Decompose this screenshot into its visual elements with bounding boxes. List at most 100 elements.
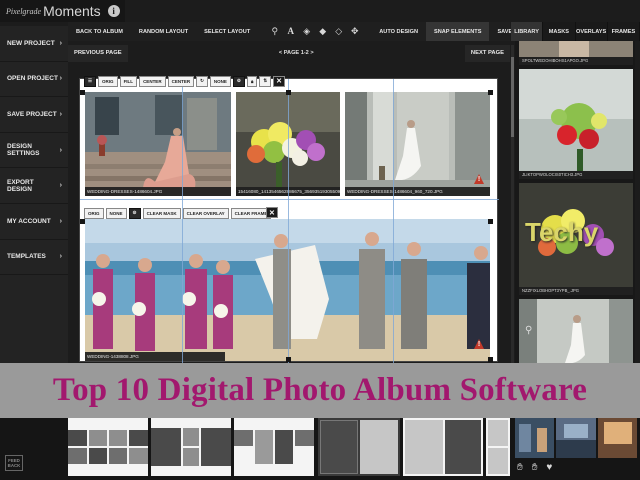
layers-icon[interactable]: ◈	[302, 27, 311, 36]
library-thumb[interactable]	[597, 418, 637, 458]
resize-handle[interactable]	[80, 90, 85, 95]
library-item[interactable]: SPOLTWEDOHIBOHS1APGO.JPG	[519, 41, 633, 65]
orig-button[interactable]: ORIG	[84, 207, 104, 219]
settings-icon[interactable]: ⚙	[232, 75, 245, 87]
frame-tools-top: ☰ ORIG FILL CENTER CENTER ↻ NONE ⚙ 🔒︎ ⇅ …	[84, 75, 285, 87]
layout-template[interactable]	[68, 418, 148, 476]
album-page-canvas[interactable]: WEDDING-DRESSES-1486604.JPG 15416080_141…	[79, 75, 499, 363]
sidebar-item-label: TEMPLATES	[7, 253, 46, 261]
sidebar-item-label: SAVE PROJECT	[7, 110, 57, 118]
library-thumb[interactable]	[556, 418, 596, 458]
menu-icon[interactable]: ☰	[84, 75, 97, 87]
photo-frame-1[interactable]: WEDDING-DRESSES-1486604.JPG	[85, 92, 231, 196]
chevron-right-icon: ›	[59, 110, 62, 118]
clear-overlay-button[interactable]: CLEAR OVERLAY	[182, 207, 229, 219]
next-page-button[interactable]: NEXT PAGE	[464, 44, 510, 62]
library-thumbnail	[519, 299, 633, 369]
library-item[interactable]: JLIKTOPWOLOCIS0TICH3.JPG	[519, 69, 633, 179]
sort-icon[interactable]: ⇅	[259, 75, 272, 87]
bring-forward-icon[interactable]: ◆	[318, 27, 327, 36]
layout-template[interactable]	[318, 418, 400, 476]
scrollbar-thumb[interactable]	[511, 57, 514, 137]
close-icon[interactable]: ✕	[266, 207, 278, 218]
sidebar-item-new-project[interactable]: NEW PROJECT ›	[0, 26, 68, 62]
feedback-label-2: BACK	[7, 463, 21, 468]
photo-frame-3[interactable]: WEDDING-DRESSES-1486604_960_720.JPG !	[345, 92, 490, 196]
library-thumb[interactable]	[515, 418, 555, 458]
close-icon[interactable]: ✕	[273, 75, 285, 87]
brand-name: Moments	[43, 3, 101, 19]
feedback-button[interactable]: FEED BACK	[5, 455, 23, 471]
snap-guide	[80, 199, 499, 200]
text-icon[interactable]: A	[286, 27, 295, 36]
library-actions: ✋︎ ✋︎ ♥	[517, 462, 552, 473]
lock-icon[interactable]: 🔒︎	[246, 75, 258, 87]
move-icon[interactable]: ✥	[350, 27, 359, 36]
resize-handle[interactable]	[488, 357, 493, 362]
sidebar-item-export-design[interactable]: EXPORT DESIGN ›	[0, 168, 68, 204]
link-icon[interactable]: ⚲	[525, 325, 532, 336]
center-button[interactable]: CENTER	[139, 75, 166, 87]
sidebar-item-templates[interactable]: TEMPLATES ›	[0, 240, 68, 276]
chevron-right-icon: ›	[59, 182, 62, 190]
add-photo-icon[interactable]: ✋︎	[517, 462, 523, 473]
watermark-logo: Techy	[525, 217, 599, 247]
sidebar-item-open-project[interactable]: OPEN PROJECT ›	[0, 62, 68, 98]
banner-title: Top 10 Digital Photo Album Software	[52, 372, 588, 408]
favorite-icon[interactable]: ♥	[546, 462, 552, 473]
photo-caption: WEDDING-DRESSES-1486604_960_720.JPG	[345, 187, 490, 196]
tab-overlays[interactable]: OVERLAYS	[576, 22, 608, 41]
layout-template[interactable]	[403, 418, 483, 476]
resize-handle[interactable]	[286, 357, 291, 362]
library-item-caption: JLIKTOPWOLOCIS0TICH3.JPG	[519, 171, 633, 179]
photo-caption: WEDDING-DRESSES-1486604.JPG	[85, 187, 231, 196]
previous-page-button[interactable]: PREVIOUS PAGE	[68, 44, 128, 62]
tab-library[interactable]: LIBRARY	[511, 22, 544, 41]
orig-button[interactable]: ORIG	[98, 75, 118, 87]
rotate-icon[interactable]: ↻	[196, 75, 208, 87]
left-sidebar: NEW PROJECT › OPEN PROJECT › SAVE PROJECT ›…	[0, 26, 68, 418]
link-icon[interactable]: ⚲	[270, 27, 279, 36]
chevron-right-icon: ›	[59, 253, 62, 261]
thumb-image	[556, 418, 596, 458]
sidebar-item-my-account[interactable]: MY ACCOUNT ›	[0, 204, 68, 240]
page-indicator[interactable]: < PAGE 1-2 >	[279, 50, 314, 56]
resize-handle[interactable]	[286, 90, 291, 95]
select-layout-button[interactable]: SELECT LAYOUT	[196, 22, 258, 41]
center-vertical-button[interactable]: CENTER	[167, 75, 195, 87]
library-scrollbar[interactable]	[511, 45, 514, 415]
info-icon[interactable]: i	[107, 5, 120, 17]
clear-mask-button[interactable]: CLEAR MASK	[142, 207, 181, 219]
snap-guide	[288, 79, 289, 363]
library-item[interactable]: Techy NZZFIXLOBHOPT3YPB_.JPG	[519, 183, 633, 295]
resize-handle[interactable]	[80, 219, 85, 224]
page-navigation: PREVIOUS PAGE < PAGE 1-2 > NEXT PAGE	[68, 43, 510, 63]
auto-design-button[interactable]: AUTO DESIGN	[371, 22, 426, 41]
tab-frames[interactable]: FRAMES	[608, 22, 640, 41]
library-item-caption: SPOLTWEDOHIBOHS1APGO.JPG	[519, 57, 633, 65]
sidebar-item-save-project[interactable]: SAVE PROJECT ›	[0, 97, 68, 133]
settings-icon[interactable]: ⚙	[128, 207, 141, 219]
layout-template[interactable]	[151, 418, 231, 476]
sidebar-item-design-settings[interactable]: DESIGN SETTINGS ›	[0, 133, 68, 169]
none-button[interactable]: NONE	[209, 75, 231, 87]
layout-template[interactable]	[486, 418, 510, 476]
chevron-right-icon: ›	[59, 75, 62, 83]
fill-button[interactable]: FILL	[119, 75, 138, 87]
none-button[interactable]: NONE	[105, 207, 127, 219]
random-layout-button[interactable]: RANDOM LAYOUT	[131, 22, 196, 41]
chevron-right-icon: ›	[59, 39, 62, 47]
photo-library: SPOLTWEDOHIBOHS1APGO.JPG JLIKTOPWOLOCIS0…	[515, 41, 635, 418]
snap-guide	[182, 79, 183, 363]
library-thumbnail	[519, 69, 633, 179]
resize-handle[interactable]	[488, 219, 493, 224]
back-to-album-button[interactable]: BACK TO ALBUM	[68, 22, 131, 41]
sidebar-item-label: MY ACCOUNT	[7, 217, 51, 225]
resize-handle[interactable]	[488, 90, 493, 95]
send-backward-icon[interactable]: ◇	[334, 27, 343, 36]
remove-photo-icon[interactable]: ✋︎	[532, 462, 538, 473]
layout-template[interactable]	[234, 418, 314, 476]
snap-elements-button[interactable]: SNAP ELEMENTS	[426, 22, 490, 41]
tab-masks[interactable]: MASKS	[543, 22, 576, 41]
library-item[interactable]: ⚲	[519, 299, 633, 369]
